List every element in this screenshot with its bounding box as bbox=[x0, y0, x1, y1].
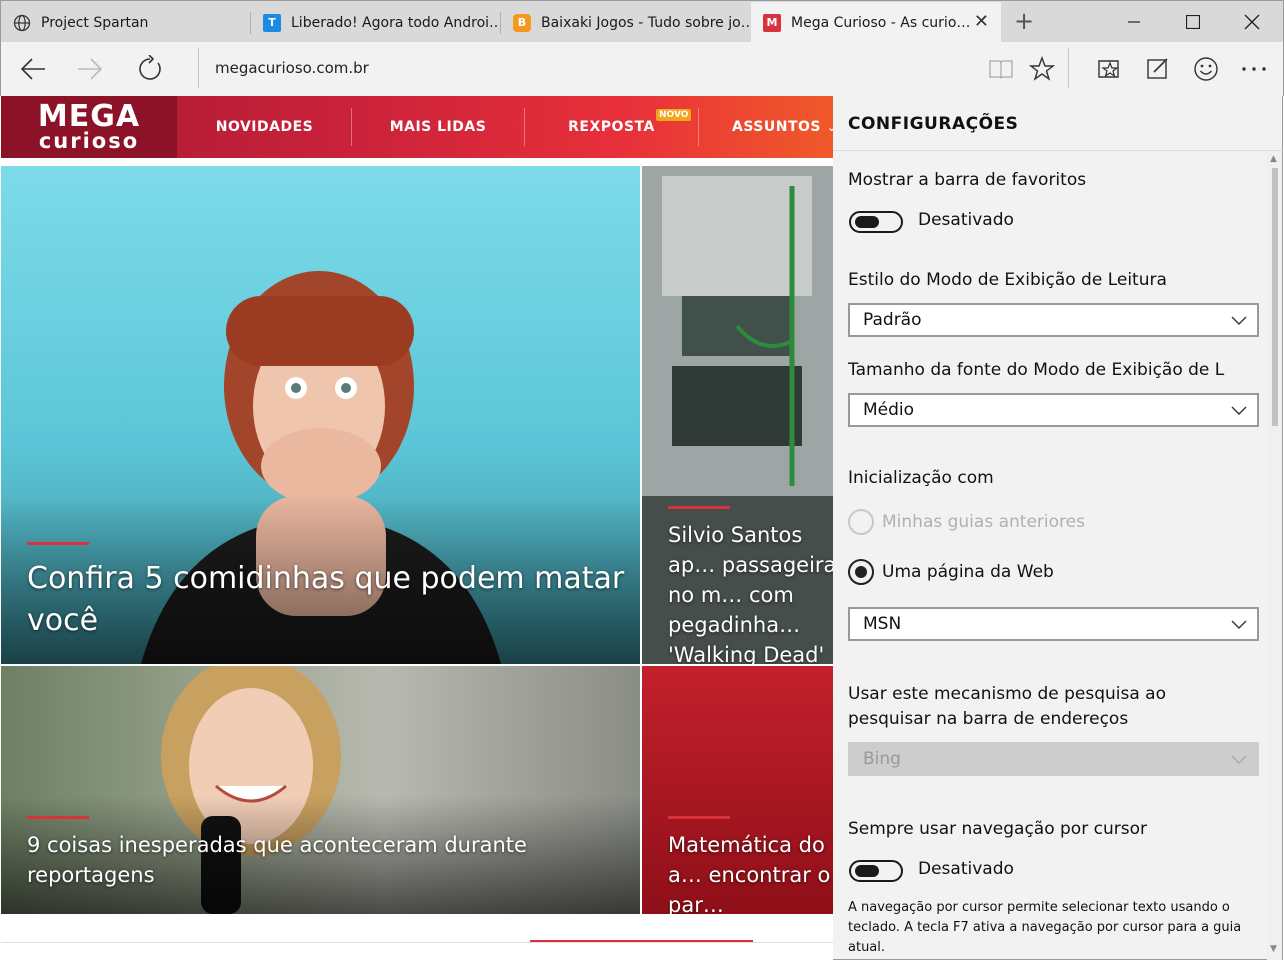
site-header: MEGA curioso NOVIDADES MAIS LIDAS REXPOS… bbox=[1, 96, 833, 158]
article-card[interactable]: Silvio Santos ap… passageiras no m… com … bbox=[642, 166, 833, 664]
favorites-bar-label: Mostrar a barra de favoritos bbox=[848, 170, 1087, 190]
tab-liberado[interactable]: T Liberado! Agora todo Androi… bbox=[251, 2, 501, 43]
menu-assuntos[interactable]: ASSUNTOS ⌄ bbox=[699, 96, 833, 158]
menu-mais-lidas[interactable]: MAIS LIDAS bbox=[352, 96, 524, 158]
tab-strip: Project Spartan T Liberado! Agora todo A… bbox=[0, 0, 1284, 43]
favorites-bar-state: Desativado bbox=[918, 210, 1014, 230]
address-bar[interactable]: megacurioso.com.br bbox=[215, 59, 369, 77]
new-tab-icon[interactable]: + bbox=[1013, 9, 1035, 33]
more-actions-icon[interactable] bbox=[1234, 50, 1274, 88]
favorites-bar-toggle[interactable] bbox=[849, 211, 903, 233]
menu-novidades[interactable]: NOVIDADES bbox=[178, 96, 351, 158]
startup-web-page-radio[interactable] bbox=[848, 559, 874, 585]
navigation-bar: megacurioso.com.br bbox=[0, 42, 1284, 96]
web-page: MEGA curioso NOVIDADES MAIS LIDAS REXPOS… bbox=[1, 96, 833, 960]
scroll-down-icon[interactable]: ▼ bbox=[1270, 944, 1277, 954]
baixaki-icon: B bbox=[513, 13, 531, 32]
reading-font-select[interactable]: Médio bbox=[848, 393, 1259, 427]
feedback-smiley-icon[interactable] bbox=[1186, 50, 1226, 88]
settings-scrollbar[interactable]: ▲ ▼ bbox=[1267, 152, 1282, 960]
maximize-icon[interactable] bbox=[1170, 1, 1216, 43]
search-engine-label-line1: Usar este mecanismo de pesquisa ao bbox=[848, 684, 1167, 704]
tab-label: Project Spartan bbox=[41, 14, 149, 31]
close-tab-icon[interactable]: ✕ bbox=[974, 13, 989, 31]
menu-rexposta[interactable]: REXPOSTA bbox=[525, 96, 698, 158]
startup-page-select[interactable]: MSN bbox=[848, 607, 1259, 641]
reading-style-select[interactable]: Padrão bbox=[848, 303, 1259, 337]
forward-icon[interactable] bbox=[70, 50, 110, 88]
startup-label: Inicialização com bbox=[848, 468, 994, 488]
window-close-icon[interactable] bbox=[1229, 1, 1275, 43]
caret-browsing-help: A navegação por cursor permite seleciona… bbox=[848, 900, 1242, 955]
tecmundo-icon: T bbox=[263, 13, 281, 32]
reading-font-label: Tamanho da fonte do Modo de Exibição de … bbox=[848, 360, 1225, 380]
globe-icon bbox=[13, 14, 31, 32]
caret-browsing-label: Sempre usar navegação por cursor bbox=[848, 819, 1147, 839]
chevron-down-icon bbox=[1231, 406, 1247, 415]
article-card[interactable]: Matemática do a… encontrar o par… bbox=[642, 666, 833, 914]
caret-browsing-toggle[interactable] bbox=[849, 860, 903, 882]
settings-header: CONFIGURAÇÕES bbox=[833, 96, 1283, 151]
new-badge: NOVO bbox=[656, 109, 692, 121]
tab-project-spartan[interactable]: Project Spartan bbox=[1, 2, 251, 43]
reading-style-label: Estilo do Modo de Exibição de Leitura bbox=[848, 270, 1167, 290]
tab-label: Mega Curioso - As curio… bbox=[791, 14, 969, 31]
settings-body: Mostrar a barra de favoritos Desativado … bbox=[833, 152, 1267, 960]
search-engine-label-line2: pesquisar na barra de endereços bbox=[848, 709, 1129, 729]
back-icon[interactable] bbox=[13, 50, 53, 88]
article-card[interactable]: 9 coisas inesperadas que aconteceram dur… bbox=[1, 666, 640, 914]
settings-pane: CONFIGURAÇÕES Mostrar a barra de favorit… bbox=[833, 96, 1283, 960]
favorite-star-icon[interactable] bbox=[1022, 50, 1062, 88]
chevron-down-icon bbox=[1231, 620, 1247, 629]
refresh-icon[interactable] bbox=[130, 50, 170, 88]
settings-title: CONFIGURAÇÕES bbox=[848, 114, 1019, 134]
reading-view-icon[interactable] bbox=[981, 50, 1021, 88]
web-note-icon[interactable] bbox=[1138, 50, 1178, 88]
caret-browsing-state: Desativado bbox=[918, 859, 1014, 879]
tab-label: Baixaki Jogos - Tudo sobre jo… bbox=[541, 14, 751, 31]
megacurioso-icon: M bbox=[763, 13, 781, 32]
startup-previous-tabs-label: Minhas guias anteriores bbox=[882, 512, 1085, 532]
tab-mega-curioso[interactable]: M Mega Curioso - As curio… ✕ bbox=[751, 2, 1001, 43]
tab-label: Liberado! Agora todo Androi… bbox=[291, 14, 501, 31]
chevron-down-icon bbox=[1231, 755, 1247, 764]
article-title[interactable]: Confira 5 comidinhas que podem matar voc… bbox=[27, 558, 627, 642]
chevron-down-icon bbox=[1231, 316, 1247, 325]
minimize-icon[interactable] bbox=[1111, 1, 1157, 43]
tab-baixaki[interactable]: B Baixaki Jogos - Tudo sobre jo… bbox=[501, 2, 751, 43]
scroll-thumb[interactable] bbox=[1272, 168, 1278, 426]
article-title[interactable]: 9 coisas inesperadas que aconteceram dur… bbox=[27, 830, 587, 890]
scroll-up-icon[interactable]: ▲ bbox=[1270, 154, 1277, 164]
hub-icon[interactable] bbox=[1090, 50, 1130, 88]
article-title[interactable]: Matemática do a… encontrar o par… bbox=[668, 830, 833, 914]
startup-previous-tabs-radio[interactable] bbox=[848, 509, 874, 535]
article-card[interactable]: Confira 5 comidinhas que podem matar voc… bbox=[1, 166, 640, 664]
site-logo[interactable]: MEGA curioso bbox=[1, 96, 177, 158]
search-engine-select: Bing bbox=[848, 742, 1259, 776]
article-title[interactable]: Silvio Santos ap… passageiras no m… com … bbox=[668, 520, 833, 664]
startup-web-page-label: Uma página da Web bbox=[882, 562, 1054, 582]
